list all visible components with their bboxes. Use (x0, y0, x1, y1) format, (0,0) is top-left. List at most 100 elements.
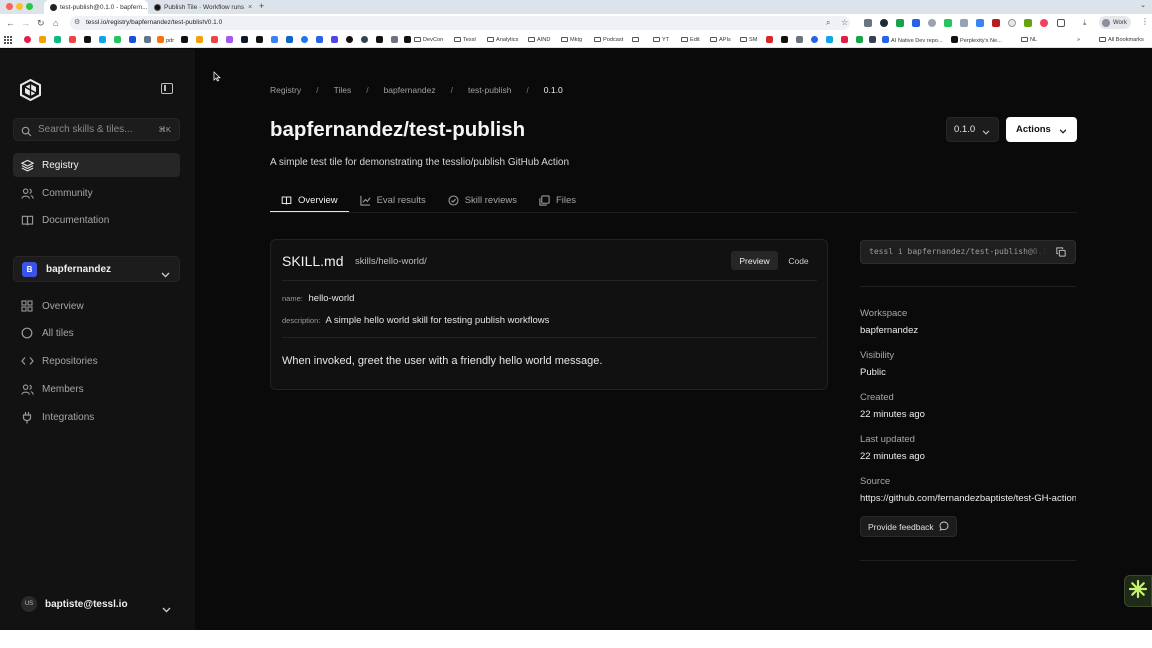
tab-files[interactable]: Files (528, 189, 587, 212)
bookmark-favicon-icon[interactable] (391, 36, 398, 43)
apps-grid-icon[interactable] (4, 36, 12, 44)
reload-icon[interactable]: ↻ (37, 17, 45, 29)
extension-icon[interactable] (1040, 19, 1048, 27)
bookmark-favicon-icon[interactable] (826, 36, 833, 43)
source-link[interactable]: https://github.com/fernandezbaptiste/tes… (860, 493, 1076, 504)
extension-icon[interactable] (944, 19, 952, 27)
sidebar-item-all-tiles[interactable]: All tiles (13, 321, 180, 345)
tessl-logo-icon[interactable] (20, 78, 41, 106)
bookmark-favicon-icon[interactable] (271, 36, 278, 43)
breadcrumb-workspace[interactable]: bapfernandez (384, 85, 436, 95)
browser-tab-github[interactable]: Publish Tile · Workflow runs × (148, 0, 252, 14)
user-menu[interactable]: US baptiste@tessl.io (13, 593, 180, 615)
bookmark-favicon-icon[interactable] (286, 36, 293, 43)
bookmark-favicon-icon[interactable] (54, 36, 61, 43)
bookmark-folder[interactable]: Mktg (561, 36, 582, 44)
bookmark-favicon-icon[interactable] (781, 36, 788, 43)
bookmark-folder[interactable]: AIND (528, 36, 550, 44)
all-bookmarks-folder[interactable]: All Bookmarks (1099, 36, 1144, 44)
bookmark-folder[interactable]: APIs (710, 36, 731, 44)
bookmark-folder[interactable]: Analytics (487, 36, 518, 44)
bookmark-folder[interactable] (632, 36, 641, 44)
bookmark-favicon-icon[interactable] (226, 36, 233, 43)
zoom-icon[interactable]: ⌕ (826, 17, 830, 29)
extension-icon[interactable] (880, 19, 888, 27)
bookmark-folder[interactable]: NL (1021, 36, 1037, 44)
bookmark-favicon-icon[interactable] (869, 36, 876, 43)
bookmark-favicon-icon[interactable] (346, 36, 353, 43)
extension-icon[interactable] (912, 19, 920, 27)
extension-icon[interactable] (992, 19, 1000, 27)
preview-button[interactable]: Preview (731, 251, 778, 270)
code-button[interactable]: Code (778, 251, 819, 270)
bookmark-folder[interactable]: Tessl (454, 36, 476, 44)
maximize-window-icon[interactable] (26, 3, 33, 10)
home-icon[interactable]: ⌂ (53, 17, 58, 29)
actions-button[interactable]: Actions (1006, 117, 1077, 142)
bookmark-favicon-icon[interactable] (841, 36, 848, 43)
bookmark-favicon-icon[interactable] (99, 36, 106, 43)
bookmark-folder[interactable]: Edit (681, 36, 700, 44)
sidebar-item-overview[interactable]: Overview (13, 294, 180, 318)
bookmark-favicon-icon[interactable] (301, 36, 308, 43)
close-tab-icon[interactable]: × (244, 4, 252, 11)
browser-menu-icon[interactable]: ⋮ (1141, 17, 1149, 26)
breadcrumb-tile[interactable]: test-publish (468, 85, 511, 95)
bookmark-link[interactable]: AI Native Dev repo... (882, 36, 943, 45)
sidebar-item-documentation[interactable]: Documentation (13, 208, 180, 232)
extension-icon[interactable] (960, 19, 968, 27)
tab-eval-results[interactable]: Eval results (349, 189, 437, 212)
bookmark-favicon-icon[interactable] (211, 36, 218, 43)
sidebar-toggle-icon[interactable] (161, 83, 173, 94)
tab-overview[interactable]: Overview (270, 189, 349, 213)
bookmark-favicon-icon[interactable] (196, 36, 203, 43)
bookmark-favicon-icon[interactable] (114, 36, 121, 43)
bookmark-folder[interactable]: YT (653, 36, 669, 44)
bookmark-folder[interactable]: SM (740, 36, 757, 44)
assistant-widget-button[interactable] (1124, 575, 1152, 607)
sidebar-item-integrations[interactable]: Integrations (13, 405, 180, 429)
extension-icon[interactable] (1024, 19, 1032, 27)
bookmark-favicon-icon[interactable] (856, 36, 863, 43)
extension-icon[interactable] (976, 19, 984, 27)
sidebar-item-registry[interactable]: Registry (13, 153, 180, 177)
close-window-icon[interactable] (6, 3, 13, 10)
extension-icon[interactable] (1008, 19, 1016, 27)
provide-feedback-button[interactable]: Provide feedback (860, 516, 957, 537)
bookmark-favicon-icon[interactable] (69, 36, 76, 43)
extension-icon[interactable] (864, 19, 872, 27)
bookmark-link[interactable]: pdr (157, 36, 174, 45)
search-input[interactable]: Search skills & tiles... ⌘K (13, 118, 180, 141)
profile-button[interactable]: Work (1099, 16, 1131, 29)
bookmark-favicon-icon[interactable] (144, 36, 151, 43)
bookmarks-overflow-icon[interactable]: » (1077, 36, 1080, 44)
tab-skill-reviews[interactable]: Skill reviews (437, 189, 528, 212)
bookmark-favicon-icon[interactable] (316, 36, 323, 43)
download-icon[interactable]: ⤓ (1083, 17, 1087, 29)
forward-arrow-icon[interactable]: → (21, 17, 30, 29)
sidebar-item-repositories[interactable]: Repositories (13, 349, 180, 373)
bookmark-favicon-icon[interactable] (181, 36, 188, 43)
bookmark-favicon-icon[interactable] (241, 36, 248, 43)
breadcrumb-registry[interactable]: Registry (270, 85, 301, 95)
sidebar-item-community[interactable]: Community (13, 181, 180, 205)
new-tab-icon[interactable]: + (259, 1, 264, 11)
extensions-puzzle-icon[interactable] (1057, 19, 1065, 27)
bookmark-favicon-icon[interactable] (796, 36, 803, 43)
bookmark-favicon-icon[interactable] (331, 36, 338, 43)
site-settings-icon[interactable]: ⚙ (74, 18, 80, 28)
bookmark-folder[interactable]: Podcast (594, 36, 623, 44)
copy-icon[interactable] (1047, 241, 1075, 263)
bookmark-favicon-icon[interactable] (811, 36, 818, 43)
bookmark-star-icon[interactable]: ☆ (841, 17, 848, 29)
bookmark-favicon-icon[interactable] (24, 36, 31, 43)
bookmark-favicon-icon[interactable] (361, 36, 368, 43)
bookmark-folder[interactable]: DevCon (414, 36, 443, 44)
bookmark-favicon-icon[interactable] (404, 36, 411, 43)
tab-search-chevron-icon[interactable]: ⌄ (1140, 1, 1146, 9)
version-select[interactable]: 0.1.0 (946, 117, 999, 142)
minimize-window-icon[interactable] (16, 3, 23, 10)
bookmark-favicon-icon[interactable] (84, 36, 91, 43)
extension-icon[interactable] (928, 19, 936, 27)
address-bar[interactable]: ⚙ tessl.io/registry/bapfernandez/test-pu… (70, 16, 850, 30)
